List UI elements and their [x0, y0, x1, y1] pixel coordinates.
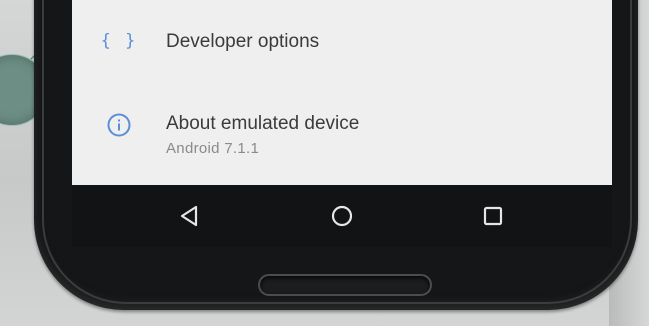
home-circle-icon[interactable]: [325, 199, 359, 233]
recents-square-icon[interactable]: [476, 199, 510, 233]
about-device-item[interactable]: About emulated device Android 7.1.1: [72, 110, 612, 170]
developer-options-text: Developer options: [166, 28, 319, 56]
settings-screen: { } Developer options About emulated dev…: [72, 0, 612, 185]
braces-glyph: { }: [100, 31, 138, 51]
android-version-label: Android 7.1.1: [166, 140, 260, 157]
code-braces-icon: { }: [72, 28, 166, 51]
developer-options-title: Developer options: [166, 31, 320, 52]
speaker-grille: [258, 274, 432, 296]
navigation-bar: [72, 185, 612, 247]
emulator-stage: { } Developer options About emulated dev…: [0, 0, 649, 326]
developer-options-item[interactable]: { } Developer options: [72, 28, 612, 68]
about-device-title: About emulated device: [166, 113, 360, 134]
info-icon-graphic: [107, 113, 131, 137]
info-icon: [72, 110, 166, 138]
back-triangle-icon[interactable]: [173, 199, 207, 233]
about-device-text: About emulated device Android 7.1.1: [166, 110, 359, 160]
